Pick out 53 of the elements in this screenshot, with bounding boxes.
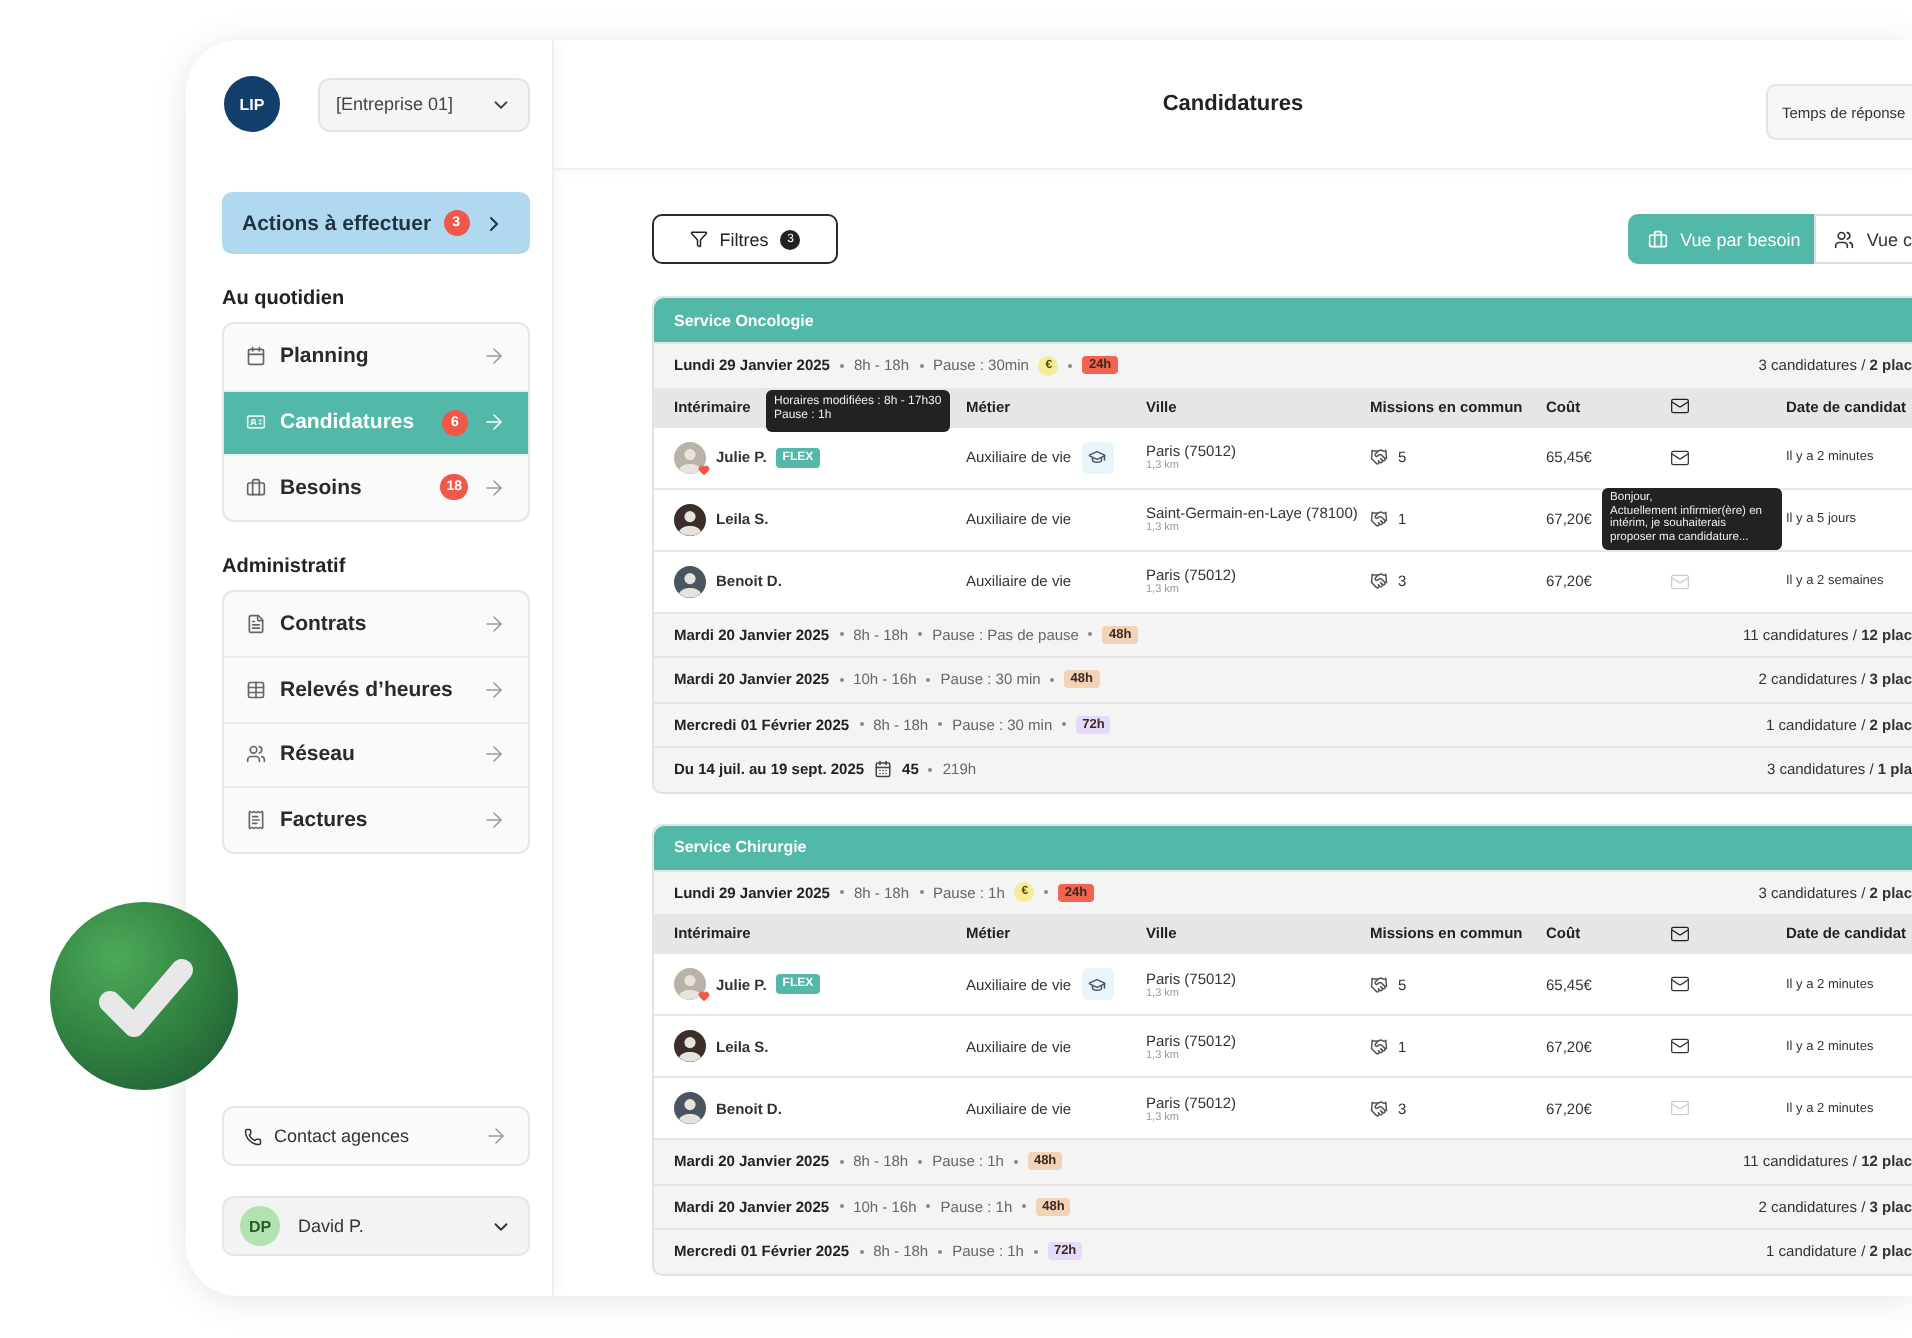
phone-icon [244, 1127, 262, 1145]
nav-item[interactable]: Factures [224, 786, 528, 851]
avatar-icon [674, 441, 706, 473]
nav-item[interactable]: Relevés d’heures [224, 656, 528, 721]
calendar-icon [874, 760, 893, 779]
filter-icon [689, 230, 708, 248]
user-avatar: DP [240, 1206, 280, 1246]
handshake-icon [1370, 975, 1388, 993]
handshake-icon [1370, 510, 1388, 528]
arrow-right-icon [482, 410, 506, 435]
nav-item[interactable]: Réseau [224, 721, 528, 786]
section-title: Administratif [222, 555, 348, 577]
view-tab[interactable]: Vue c [1814, 214, 1912, 264]
company-logo: LIP [224, 76, 280, 132]
mail-icon[interactable] [1670, 447, 1690, 467]
section-title: Au quotidien [222, 288, 347, 310]
arrow-right-icon [484, 1124, 508, 1148]
handshake-icon [1370, 1099, 1388, 1117]
contact-button[interactable]: Contact agences [222, 1106, 530, 1166]
document-icon [246, 613, 266, 634]
table-icon [246, 679, 266, 700]
mail-icon [1670, 923, 1690, 943]
arrow-right-icon [482, 475, 506, 500]
avatar-icon [674, 968, 706, 1000]
avatar-icon [674, 503, 706, 535]
briefcase-icon [246, 477, 266, 498]
users-icon [246, 744, 266, 765]
id-card-icon [246, 412, 266, 433]
arrow-right-icon [482, 742, 506, 767]
avatar-icon [674, 1030, 706, 1062]
mail-icon [1670, 396, 1690, 416]
briefcase-icon [1648, 229, 1669, 249]
nav-item[interactable]: Planning [224, 324, 528, 389]
user-menu[interactable]: DP David P. [222, 1196, 530, 1256]
users-icon [1834, 229, 1855, 249]
arrow-right-icon [482, 611, 506, 636]
nav-item[interactable]: Contrats [224, 591, 528, 656]
arrow-right-icon [482, 344, 506, 369]
mail-icon[interactable] [1670, 1036, 1690, 1056]
handshake-icon [1370, 448, 1388, 466]
mail-icon[interactable] [1670, 974, 1690, 994]
company-select[interactable]: [Entreprise 01] [318, 77, 530, 131]
avatar-icon [674, 1092, 706, 1124]
handshake-icon [1370, 572, 1388, 590]
receipt-icon [246, 809, 266, 830]
arrow-right-icon [482, 677, 506, 702]
arrow-right-icon [482, 807, 506, 832]
service-header: Service Chirurgie [654, 825, 1912, 869]
calendar-icon [246, 346, 266, 367]
page-title: Candidatures [1162, 92, 1304, 116]
handshake-icon [1370, 1037, 1388, 1055]
service-header: Service Oncologie [654, 298, 1912, 342]
avatar-icon [674, 565, 706, 597]
